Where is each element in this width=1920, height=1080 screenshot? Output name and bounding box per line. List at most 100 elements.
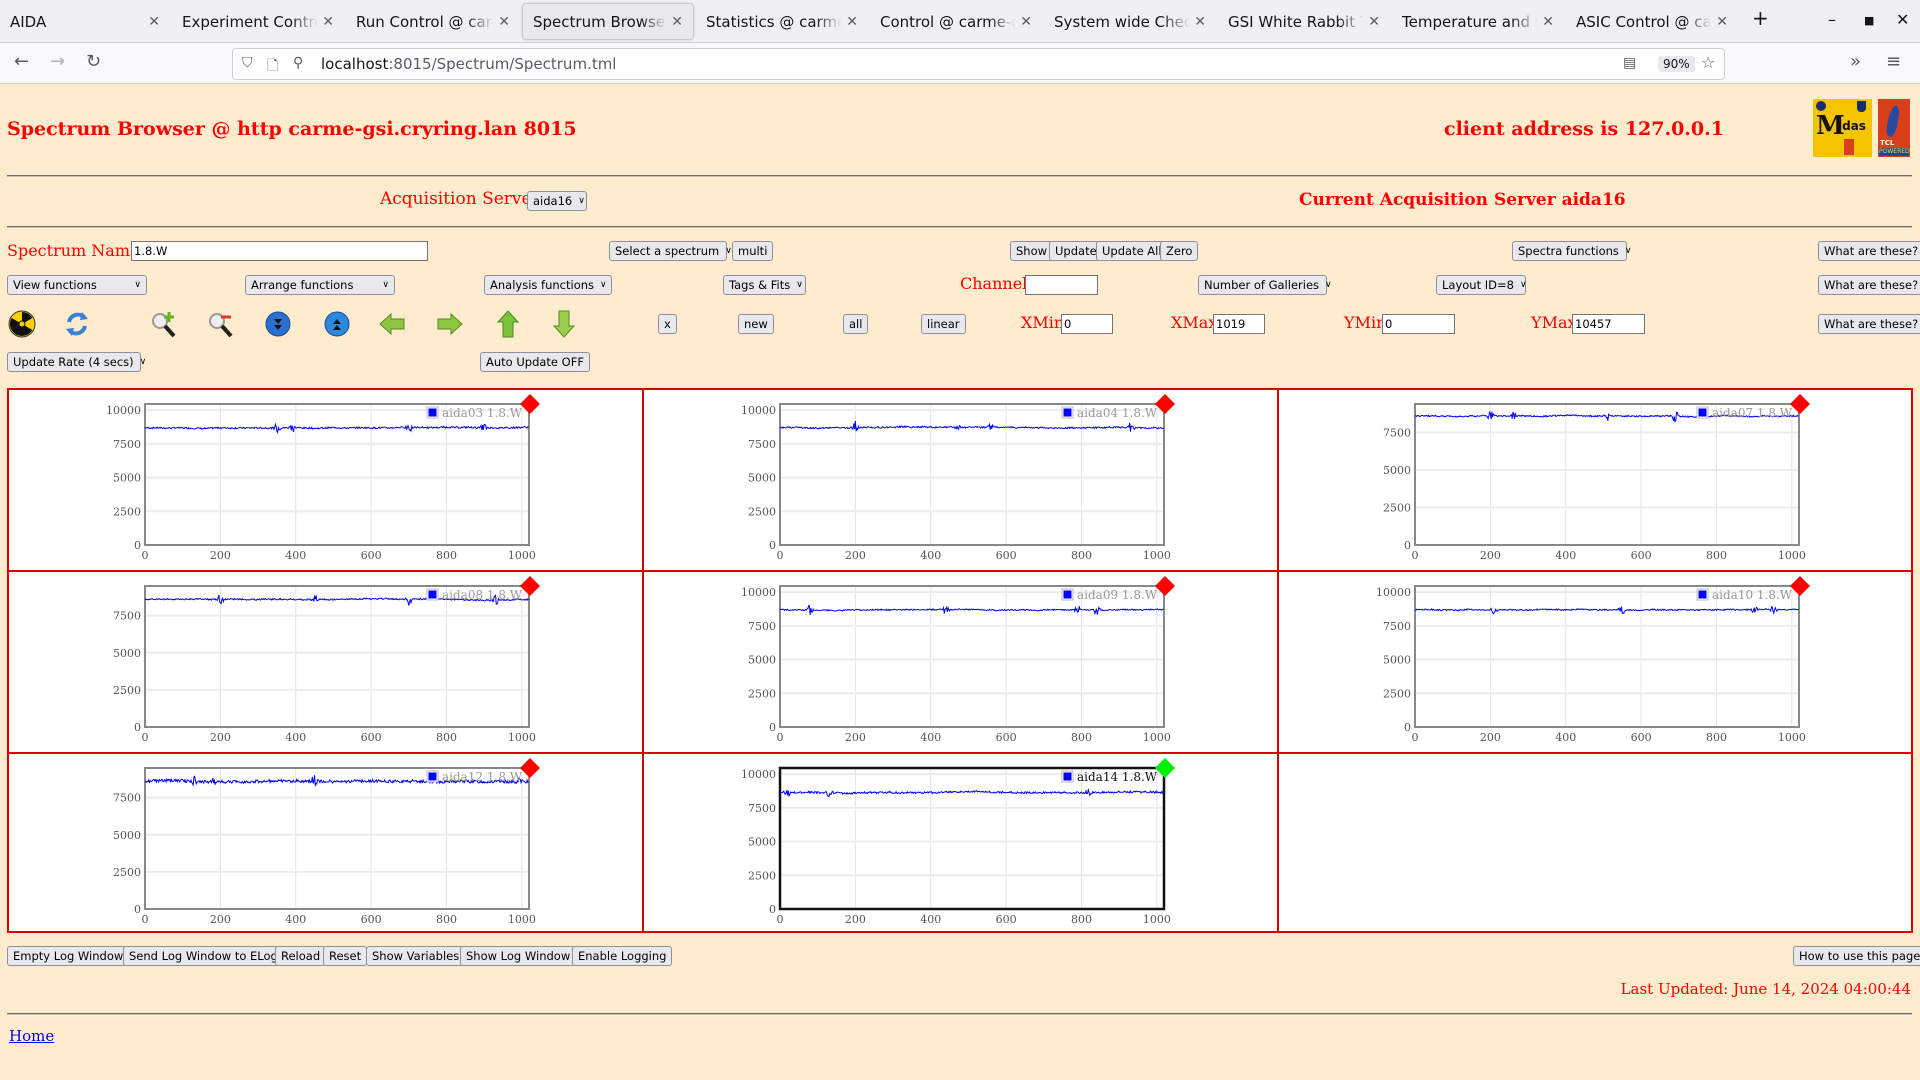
spectrum-panel[interactable]: 0 200 400 600 800 1000 0 2500 5000 7500 10000 aida0…	[9, 390, 644, 572]
tab-label: Spectrum Browser @ carme-gsi	[533, 12, 668, 31]
zoom-in-icon[interactable]	[149, 309, 179, 339]
what-are-these-button-3[interactable]: What are these?	[1818, 314, 1920, 334]
channel-input[interactable]	[1025, 275, 1098, 295]
view-functions-dropdown[interactable]: View functions ∨	[7, 275, 147, 295]
back-icon[interactable]: ←	[14, 51, 29, 72]
show-variables-button[interactable]: Show Variables	[366, 946, 466, 966]
select-spectrum-dropdown[interactable]: Select a spectrum ∨	[609, 241, 732, 261]
tab-temperature[interactable]: Temperature and status ✕	[1392, 3, 1564, 40]
maximize-icon[interactable]: ■	[1864, 14, 1874, 27]
reload-icon[interactable]: ↻	[86, 51, 101, 72]
xmax-input[interactable]	[1213, 314, 1265, 334]
acquisition-server-select[interactable]: aida16 ∨	[527, 191, 587, 211]
right-arrow-icon[interactable]	[435, 309, 465, 339]
forward-icon[interactable]: →	[50, 51, 65, 72]
status-diamond-icon[interactable]	[520, 758, 540, 778]
left-arrow-icon[interactable]	[377, 309, 407, 339]
close-icon[interactable]: ✕	[1194, 14, 1206, 30]
tab-white-rabbit[interactable]: GSI White Rabbit Timing ✕	[1218, 3, 1390, 40]
auto-update-button[interactable]: Auto Update OFF	[480, 352, 590, 372]
tab-run-control[interactable]: Run Control @ carme-gsi ✕	[346, 3, 520, 40]
compress-y-icon[interactable]	[322, 309, 352, 339]
analysis-functions-dropdown[interactable]: Analysis functions ∨	[484, 275, 612, 295]
zoom-out-icon[interactable]	[206, 309, 236, 339]
show-button[interactable]: Show	[1010, 241, 1054, 261]
refresh-icon[interactable]	[62, 309, 92, 339]
spectrum-panel[interactable]: 0 200 400 600 800 1000 0 2500 5000 7500 aida08 1.8…	[9, 572, 644, 754]
spectrum-panel[interactable]: 0 200 400 600 800 1000 0 2500 5000 7500 10000 aida0…	[644, 390, 1279, 572]
enable-logging-button[interactable]: Enable Logging	[572, 946, 673, 966]
tab-asic-control[interactable]: ASIC Control @ carme-gsi ✕	[1566, 3, 1738, 40]
close-icon[interactable]: ✕	[322, 14, 334, 30]
close-icon[interactable]: ✕	[1368, 14, 1380, 30]
spectrum-panel[interactable]: 0 200 400 600 800 1000 0 2500 5000 7500 aida12 1.8…	[9, 754, 644, 931]
spectrum-panel[interactable]: 0 200 400 600 800 1000 0 2500 5000 7500 10000 aida1…	[644, 754, 1279, 931]
ymin-input[interactable]	[1382, 314, 1455, 334]
menu-icon[interactable]: ≡	[1886, 51, 1901, 72]
how-to-use-button[interactable]: How to use this page	[1793, 946, 1920, 966]
update-rate-dropdown[interactable]: Update Rate (4 secs) ∨	[7, 352, 146, 372]
down-arrow-icon[interactable]	[549, 309, 579, 339]
spectrum-panel[interactable]: 0 200 400 600 800 1000 0 2500 5000 7500 10000 aida1…	[1279, 572, 1911, 754]
what-are-these-button-1[interactable]: What are these?	[1818, 241, 1920, 261]
home-link[interactable]: Home	[9, 1027, 54, 1045]
zoom-level-badge[interactable]: 90%	[1658, 56, 1695, 72]
url-bar[interactable]: ⛉ 🗋 ⚲ localhost:8015/Spectrum/Spectrum.t…	[232, 48, 1725, 80]
overflow-chevron-icon[interactable]: »	[1850, 51, 1861, 72]
close-icon[interactable]: ✕	[671, 14, 683, 30]
reader-view-icon[interactable]: ▤	[1623, 55, 1636, 71]
x-button[interactable]: x	[658, 314, 677, 334]
spectra-functions-dropdown[interactable]: Spectra functions ∨	[1512, 241, 1632, 261]
arrange-functions-dropdown[interactable]: Arrange functions ∨	[245, 275, 395, 295]
minimize-icon[interactable]: –	[1828, 10, 1836, 29]
x-tick-label: 0	[1412, 549, 1419, 562]
multi-button[interactable]: multi	[732, 241, 774, 261]
url-text[interactable]: localhost:8015/Spectrum/Spectrum.tml	[321, 55, 616, 73]
shield-icon[interactable]: ⛉	[242, 55, 253, 71]
expand-y-icon[interactable]	[263, 309, 293, 339]
show-log-window-button[interactable]: Show Log Window	[460, 946, 577, 966]
close-icon[interactable]: ✕	[1716, 14, 1728, 30]
divider	[7, 1013, 1912, 1015]
zero-button[interactable]: Zero	[1160, 241, 1199, 261]
permissions-icon[interactable]: ⚲	[293, 55, 303, 71]
new-tab-button[interactable]: +	[1752, 6, 1769, 30]
spectrum-name-input[interactable]	[131, 241, 428, 261]
tab-statistics[interactable]: Statistics @ carme-gsi ✕	[696, 3, 868, 40]
close-window-icon[interactable]: ✕	[1896, 10, 1909, 29]
xmin-input[interactable]	[1061, 314, 1113, 334]
tab-experiment-control[interactable]: Experiment Control @ carme-gsi ✕	[172, 3, 344, 40]
send-log-to-elog-button[interactable]: Send Log Window to ELog	[123, 946, 284, 966]
spectrum-panel[interactable]: 0 200 400 600 800 1000 0 2500 5000 7500 aida07 1.8…	[1279, 390, 1911, 572]
linear-button[interactable]: linear	[921, 314, 966, 334]
what-are-these-button-2[interactable]: What are these?	[1818, 275, 1920, 295]
status-diamond-icon[interactable]	[520, 576, 540, 596]
new-button[interactable]: new	[738, 314, 774, 334]
empty-log-window-button[interactable]: Empty Log Window	[7, 946, 130, 966]
all-button[interactable]: all	[843, 314, 869, 334]
up-arrow-icon[interactable]	[493, 309, 523, 339]
x-tick-label: 600	[361, 913, 382, 926]
close-icon[interactable]: ✕	[1020, 14, 1032, 30]
update-button[interactable]: Update	[1049, 241, 1103, 261]
tab-spectrum-browser[interactable]: Spectrum Browser @ carme-gsi ✕	[522, 3, 694, 40]
tab-control[interactable]: Control @ carme-gsi ✕	[870, 3, 1042, 40]
tags-fits-dropdown[interactable]: Tags & Fits ∨	[723, 275, 806, 295]
layout-id-dropdown[interactable]: Layout ID=8 ∨	[1436, 275, 1527, 295]
close-icon[interactable]: ✕	[498, 14, 510, 30]
reset-button[interactable]: Reset	[323, 946, 368, 966]
close-icon[interactable]: ✕	[148, 14, 160, 30]
spectrum-panel[interactable]: 0 200 400 600 800 1000 0 2500 5000 7500 10000 aida0…	[644, 572, 1279, 754]
page-title: Spectrum Browser @ http carme-gsi.cryrin…	[7, 118, 577, 140]
tab-system-wide-checks[interactable]: System wide Checks @ carme-gsi ✕	[1044, 3, 1216, 40]
update-all-button[interactable]: Update All	[1096, 241, 1168, 261]
ymax-input[interactable]	[1572, 314, 1645, 334]
tab-aida[interactable]: AIDA ✕	[0, 3, 170, 40]
number-of-galleries-dropdown[interactable]: Number of Galleries ∨	[1198, 275, 1332, 295]
bookmark-star-icon[interactable]: ☆	[1701, 53, 1715, 72]
close-icon[interactable]: ✕	[846, 14, 858, 30]
close-icon[interactable]: ✕	[1542, 14, 1554, 30]
reload-button[interactable]: Reload	[275, 946, 327, 966]
radiation-icon[interactable]	[7, 309, 37, 339]
status-diamond-icon[interactable]	[1790, 394, 1810, 414]
